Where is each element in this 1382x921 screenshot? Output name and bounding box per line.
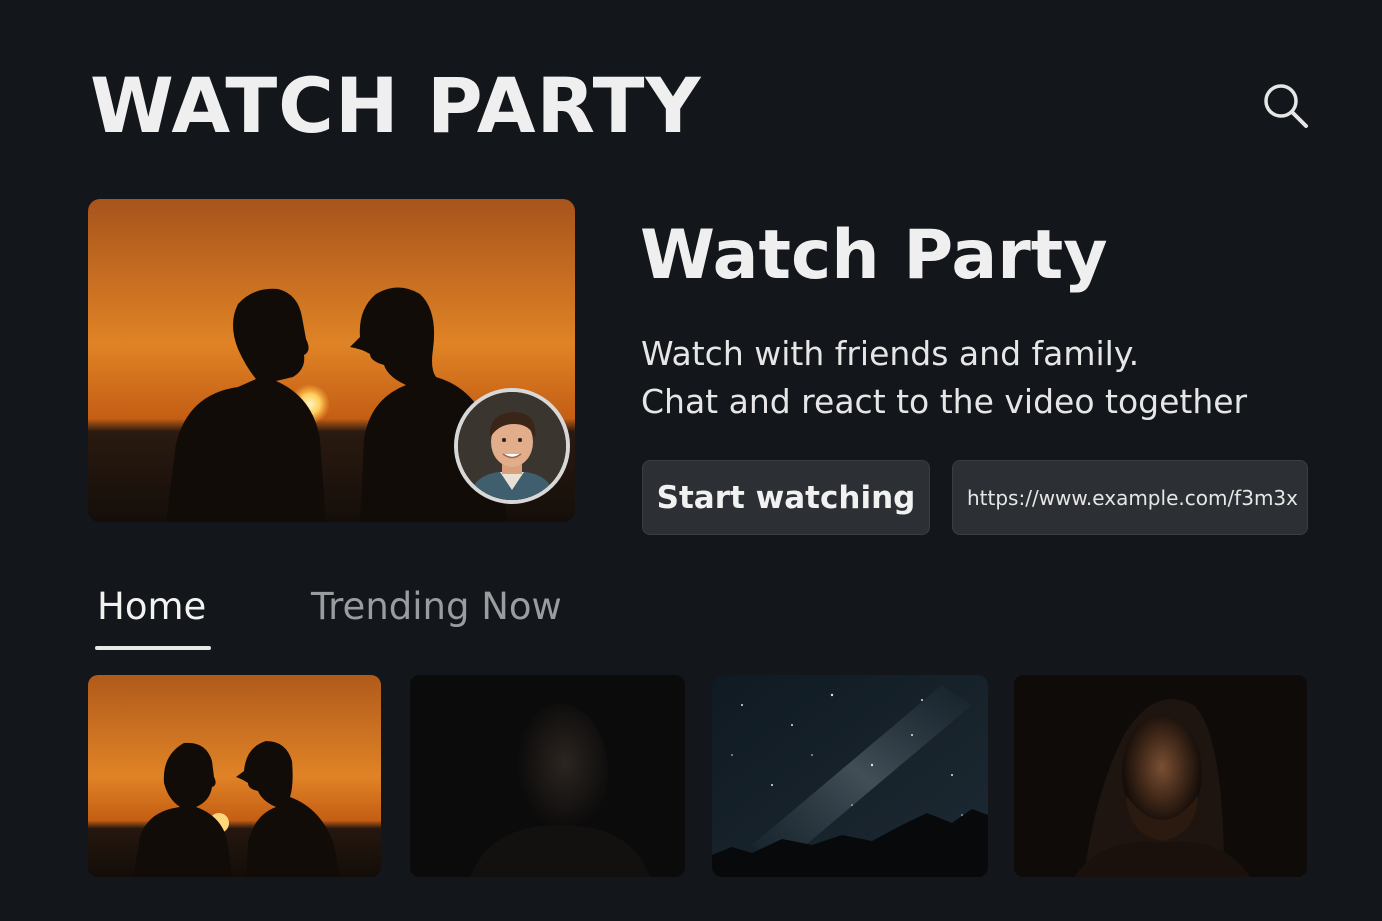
tab-home[interactable]: Home <box>97 588 206 625</box>
app-title: WATCH PARTY <box>90 61 702 150</box>
hero-description-line-2: Chat and react to the video together <box>641 382 1248 421</box>
participant-avatar[interactable] <box>454 388 570 504</box>
dark-portrait-thumbnail-image <box>410 675 685 877</box>
hero-description-line-1: Watch with friends and family. <box>641 334 1140 373</box>
hero-description: Watch with friends and family. Chat and … <box>641 330 1247 426</box>
thumbnail-dark-portrait[interactable] <box>410 675 685 877</box>
hero-title: Watch Party <box>640 216 1108 295</box>
night-sky-thumbnail-image <box>712 675 988 877</box>
thumbnail-sunset-silhouettes[interactable] <box>88 675 381 877</box>
thumbnail-bearded-man[interactable] <box>1014 675 1307 877</box>
thumbnail-night-sky[interactable] <box>712 675 988 877</box>
search-button[interactable] <box>1258 78 1312 132</box>
watch-party-app: WATCH PARTY Watch Party Watch with frien… <box>0 0 1382 921</box>
active-tab-indicator <box>95 646 211 650</box>
tab-trending-now[interactable]: Trending Now <box>311 588 562 625</box>
start-watching-button[interactable]: Start watching <box>642 460 930 535</box>
bearded-man-thumbnail-image <box>1014 675 1307 877</box>
sunset-silhouettes-thumbnail-image <box>88 675 381 877</box>
share-link-field[interactable] <box>952 460 1308 535</box>
search-icon <box>1264 84 1308 128</box>
avatar-image <box>458 392 566 500</box>
